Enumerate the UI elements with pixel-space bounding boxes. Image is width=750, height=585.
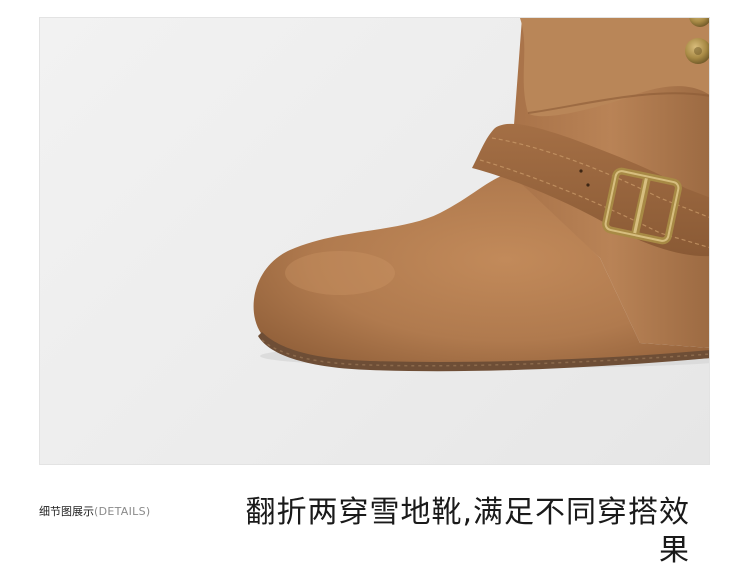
section-label: 细节图展示(DETAILS) bbox=[39, 505, 150, 519]
section-label-en: (DETAILS) bbox=[94, 505, 151, 518]
boot-image bbox=[253, 18, 709, 372]
section-label-cn: 细节图展示 bbox=[39, 505, 94, 518]
product-photo bbox=[39, 17, 710, 465]
headline: 翻折两穿雪地靴,满足不同穿搭效果 bbox=[245, 495, 690, 568]
